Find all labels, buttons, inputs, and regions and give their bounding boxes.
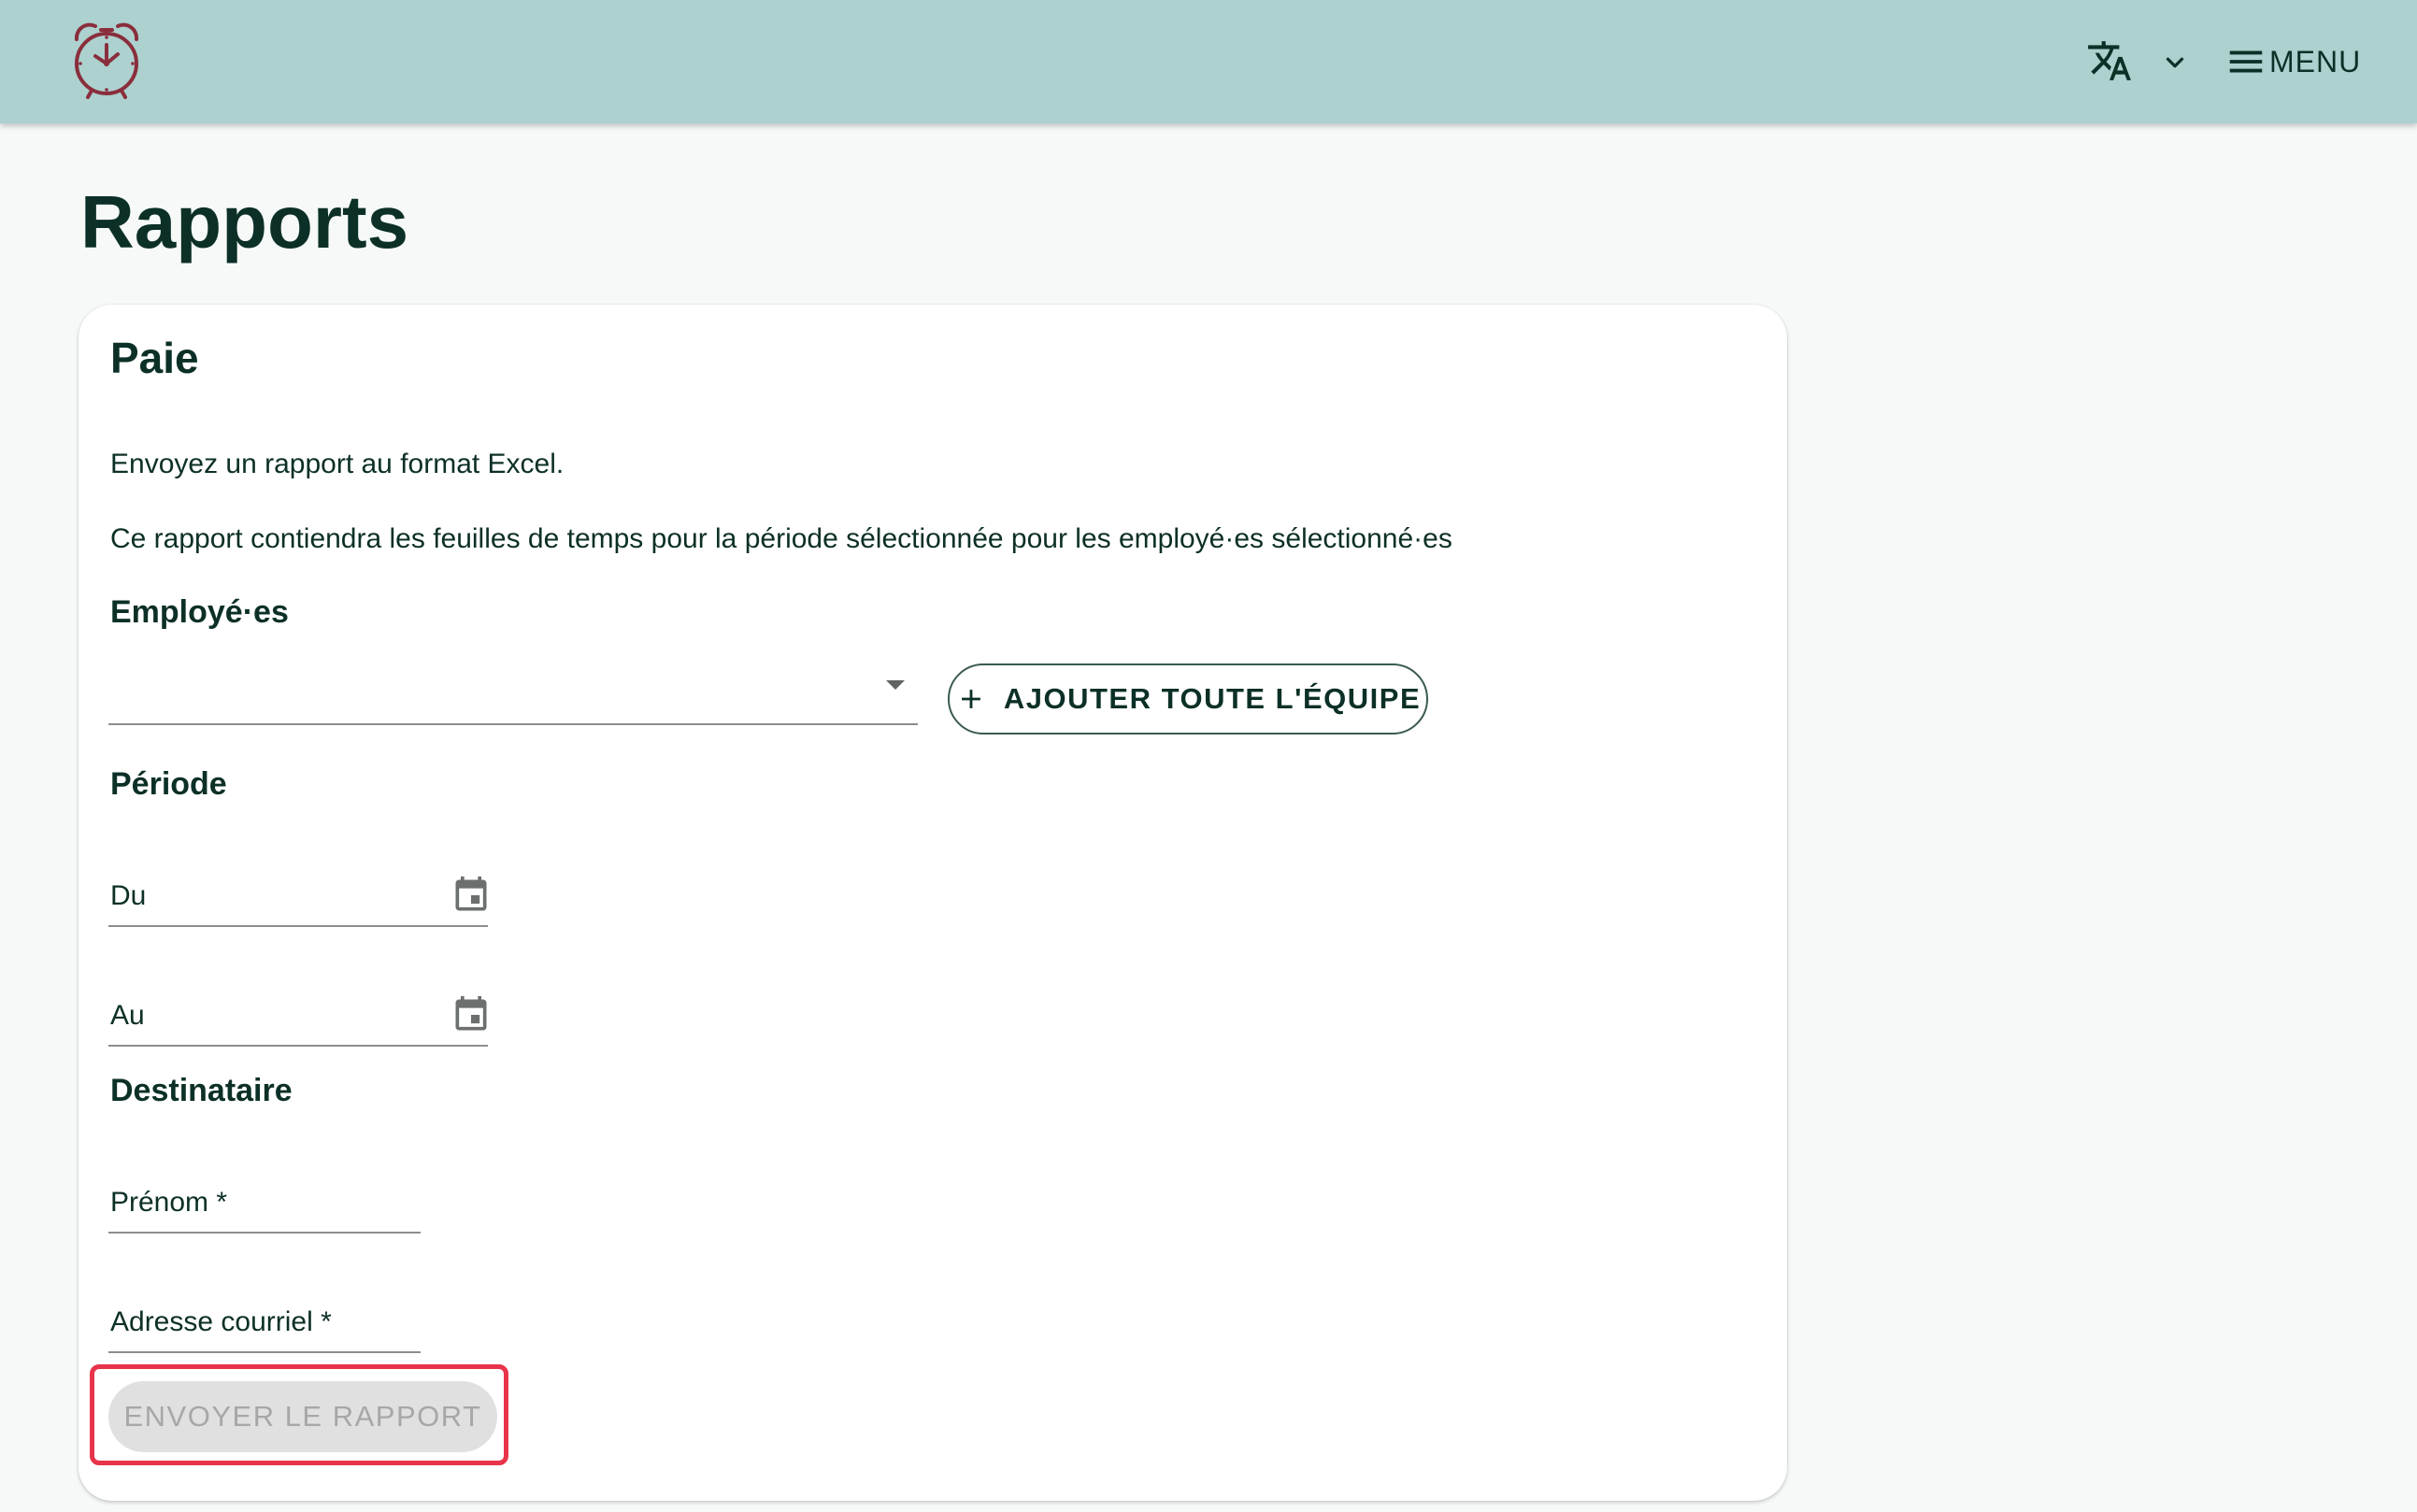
translate-icon[interactable] <box>2086 37 2133 84</box>
alarm-clock-icon[interactable] <box>67 19 146 103</box>
hamburger-menu-icon <box>2229 50 2263 73</box>
date-from-input[interactable]: Du <box>108 847 488 927</box>
calendar-icon[interactable] <box>451 994 492 1035</box>
add-whole-team-label: AJOUTER TOUTE L'ÉQUIPE <box>1003 682 1422 715</box>
required-marker: * <box>208 1187 228 1218</box>
date-to-input[interactable]: Au <box>108 966 488 1047</box>
send-report-button[interactable]: ENVOYER LE RAPPORT <box>108 1381 497 1452</box>
add-whole-team-button[interactable]: AJOUTER TOUTE L'ÉQUIPE <box>948 663 1428 735</box>
email-input[interactable]: Adresse courriel * <box>108 1273 421 1353</box>
period-section-label: Période <box>110 766 227 802</box>
email-label: Adresse courriel * <box>110 1306 332 1337</box>
app-header: MENU <box>0 0 2417 123</box>
chevron-down-icon[interactable] <box>2161 49 2189 77</box>
date-from-label: Du <box>110 880 147 911</box>
date-to-label: Au <box>110 1000 145 1031</box>
plus-icon <box>961 690 980 708</box>
menu-button[interactable]: MENU <box>2224 32 2361 92</box>
page-title: Rapports <box>80 180 409 264</box>
send-report-label: ENVOYER LE RAPPORT <box>123 1400 482 1433</box>
dropdown-arrow-icon <box>886 680 905 690</box>
calendar-icon[interactable] <box>451 875 492 916</box>
employees-section-label: Employé·es <box>110 594 289 630</box>
first-name-label: Prénom * <box>110 1187 228 1218</box>
recipient-section-label: Destinataire <box>110 1073 293 1108</box>
employees-select[interactable] <box>108 660 918 725</box>
required-marker: * <box>312 1306 332 1337</box>
card-title: Paie <box>110 334 199 382</box>
payroll-report-card: Paie Envoyez un rapport au format Excel.… <box>79 305 1787 1501</box>
first-name-input[interactable]: Prénom * <box>108 1153 421 1234</box>
menu-label: MENU <box>2269 44 2362 78</box>
description-text: Envoyez un rapport au format Excel. <box>110 449 565 479</box>
description-text-detail: Ce rapport contiendra les feuilles de te… <box>110 523 1452 554</box>
